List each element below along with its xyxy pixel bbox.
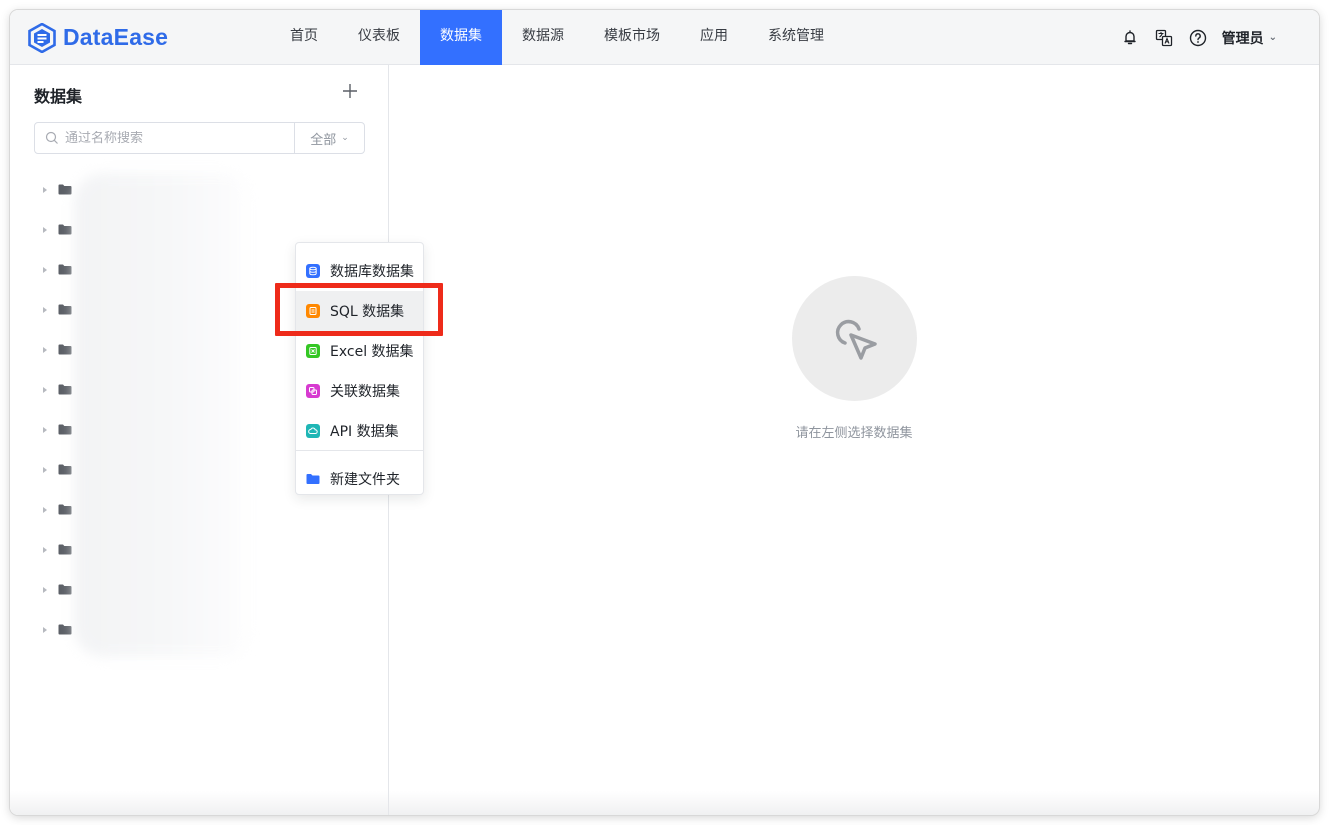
main-nav: 首页 仪表板 数据集 数据源 模板市场 应用 系统管理 [270, 10, 844, 65]
folder-icon [58, 304, 72, 315]
search-filter-label: 全部 [310, 132, 337, 148]
bottom-shade [10, 791, 1319, 815]
caret-right-icon[interactable] [43, 267, 47, 273]
empty-state-text: 请在左侧选择数据集 [795, 426, 913, 441]
menu-item-new-folder[interactable]: 新建文件夹 [296, 459, 423, 499]
chevron-down-icon: ⌄ [1268, 32, 1277, 43]
search-filter-select[interactable]: 全部 ⌄ [294, 123, 364, 153]
menu-item-label: 新建文件夹 [330, 472, 400, 488]
search-box: 全部 ⌄ [34, 122, 365, 154]
app-logo[interactable]: DataEase [27, 22, 168, 53]
api-icon [306, 424, 320, 438]
menu-item-label: 关联数据集 [330, 384, 400, 400]
empty-state-illustration [792, 276, 917, 401]
caret-right-icon[interactable] [43, 467, 47, 473]
folder-icon [58, 504, 72, 515]
caret-right-icon[interactable] [43, 307, 47, 313]
user-menu[interactable]: 管理员 ⌄ [1222, 28, 1277, 48]
excel-icon [306, 344, 320, 358]
user-name: 管理员 [1221, 30, 1264, 47]
nav-item-system-management[interactable]: 系统管理 [748, 10, 844, 65]
caret-right-icon[interactable] [43, 427, 47, 433]
menu-item-api-dataset[interactable]: API 数据集 [296, 411, 423, 451]
help-icon[interactable] [1188, 28, 1208, 48]
folder-icon [58, 584, 72, 595]
nav-item-datasource[interactable]: 数据源 [502, 10, 584, 65]
folder-icon [58, 624, 72, 635]
nav-item-home[interactable]: 首页 [270, 10, 338, 65]
folder-icon [58, 264, 72, 275]
folder-icon [58, 224, 72, 235]
caret-right-icon[interactable] [43, 387, 47, 393]
caret-right-icon[interactable] [43, 627, 47, 633]
add-icon[interactable] [340, 81, 360, 101]
folder-icon [58, 384, 72, 395]
link-icon [306, 384, 320, 398]
caret-right-icon[interactable] [43, 547, 47, 553]
menu-item-join-dataset[interactable]: 关联数据集 [296, 371, 423, 411]
database-icon [306, 264, 320, 278]
sql-dataset-highlight [275, 283, 443, 336]
top-header: DataEase 首页 仪表板 数据集 数据源 模板市场 应用 系统管理 管理员… [10, 10, 1319, 65]
menu-item-excel-dataset[interactable]: Excel 数据集 [296, 331, 423, 371]
caret-right-icon[interactable] [43, 227, 47, 233]
nav-item-dashboard[interactable]: 仪表板 [338, 10, 420, 65]
search-icon [45, 131, 58, 144]
caret-right-icon[interactable] [43, 187, 47, 193]
search-input[interactable] [65, 130, 285, 146]
logo-text: DataEase [63, 24, 169, 50]
menu-divider [296, 450, 423, 451]
nav-item-dataset[interactable]: 数据集 [420, 10, 502, 65]
sidebar-title: 数据集 [34, 87, 83, 106]
folder-icon [58, 344, 72, 355]
nav-item-apps[interactable]: 应用 [680, 10, 748, 65]
folder-icon [58, 464, 72, 475]
caret-right-icon[interactable] [43, 507, 47, 513]
cursor-click-icon [835, 319, 877, 360]
logo-icon [28, 22, 56, 53]
notification-icon[interactable] [1120, 28, 1140, 48]
folder-icon [58, 424, 72, 435]
caret-right-icon[interactable] [43, 587, 47, 593]
caret-right-icon[interactable] [43, 347, 47, 353]
folder-icon [306, 472, 320, 486]
menu-item-label: 数据库数据集 [330, 264, 414, 280]
translate-icon[interactable] [1154, 28, 1174, 48]
create-dataset-menu: 数据库数据集 SQL 数据集 Excel 数据集 关联数据集 API 数据集 新… [295, 242, 424, 495]
header-actions: 管理员 ⌄ [1106, 10, 1277, 65]
app-window: DataEase 首页 仪表板 数据集 数据源 模板市场 应用 系统管理 管理员… [10, 10, 1319, 815]
chevron-down-icon: ⌄ [341, 133, 349, 143]
folder-icon [58, 184, 72, 195]
folder-icon [58, 544, 72, 555]
menu-item-label: API 数据集 [330, 424, 399, 440]
nav-item-template-market[interactable]: 模板市场 [584, 10, 680, 65]
menu-item-label: Excel 数据集 [330, 344, 414, 360]
blurred-tree-labels [74, 173, 254, 657]
